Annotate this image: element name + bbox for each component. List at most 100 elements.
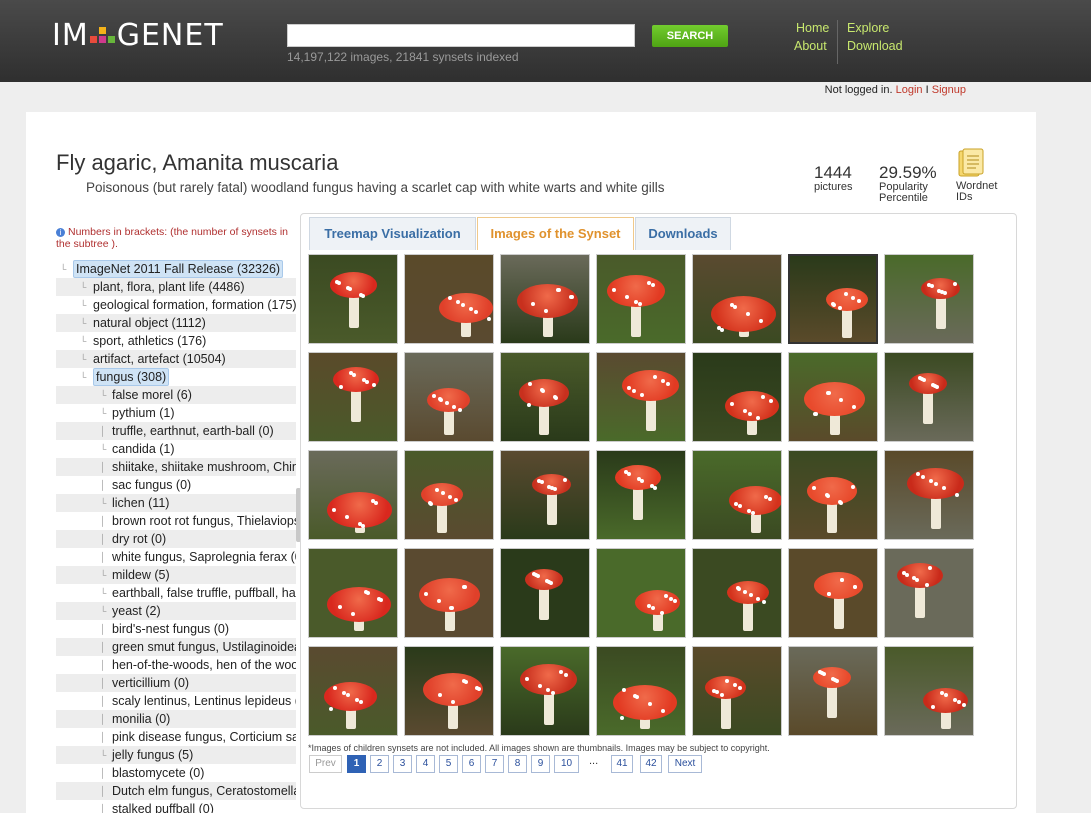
tree-item-label[interactable]: shiitake, shiitake mushroom, Chinese bla… (112, 458, 296, 476)
wordnet-ids-label[interactable]: Wordnet IDs (956, 181, 997, 203)
login-link[interactable]: Login (896, 84, 923, 96)
synset-image-thumbnail[interactable] (500, 548, 590, 638)
tree-item-label[interactable]: hen-of-the-woods, hen of the woods (112, 656, 296, 674)
expand-icon[interactable]: └ (80, 278, 86, 296)
tree-item[interactable]: └ pythium (1) (56, 404, 296, 422)
tree-item[interactable]: │ Dutch elm fungus, Ceratostomella ulmi (56, 782, 296, 800)
tree-item[interactable]: │ pink disease fungus, Corticium salmonic… (56, 728, 296, 746)
tree-item[interactable]: └ lichen (11) (56, 494, 296, 512)
page-42-button[interactable]: 42 (640, 755, 662, 773)
page-8-button[interactable]: 8 (508, 755, 527, 773)
synset-image-thumbnail[interactable] (308, 450, 398, 540)
synset-image-thumbnail[interactable] (500, 646, 590, 736)
page-2-button[interactable]: 2 (370, 755, 389, 773)
tree-item[interactable]: └ plant, flora, plant life (4486) (56, 278, 296, 296)
tree-item[interactable]: └ geological formation, formation (175) (56, 296, 296, 314)
tree-item[interactable]: └ mildew (5) (56, 566, 296, 584)
tab-treemap-visualization[interactable]: Treemap Visualization (309, 217, 476, 250)
nav-about-link[interactable]: About (794, 39, 827, 53)
tree-item-label[interactable]: truffle, earthnut, earth-ball (0) (112, 422, 274, 440)
tree-item-label[interactable]: green smut fungus, Ustilaginoidea virens (112, 638, 296, 656)
nav-download-link[interactable]: Download (847, 39, 903, 53)
page-9-button[interactable]: 9 (531, 755, 550, 773)
search-button[interactable]: SEARCH (652, 25, 728, 47)
search-input[interactable] (287, 24, 635, 47)
tree-item[interactable]: │ white fungus, Saprolegnia ferax (0) (56, 548, 296, 566)
synset-image-thumbnail[interactable] (884, 450, 974, 540)
synset-image-thumbnail[interactable] (500, 352, 590, 442)
imagenet-logo[interactable]: IM GENET (52, 18, 224, 54)
tree-item[interactable]: └ ImageNet 2011 Fall Release (32326) (56, 260, 296, 278)
tree-item-label[interactable]: sport, athletics (176) (93, 332, 206, 350)
expand-icon[interactable]: └ (80, 368, 86, 386)
tree-item-label[interactable]: artifact, artefact (10504) (93, 350, 226, 368)
synset-image-thumbnail[interactable] (884, 646, 974, 736)
synset-image-thumbnail[interactable] (308, 352, 398, 442)
tree-item-label[interactable]: white fungus, Saprolegnia ferax (0) (112, 548, 296, 566)
page-4-button[interactable]: 4 (416, 755, 435, 773)
tree-item-label[interactable]: false morel (6) (112, 386, 192, 404)
tree-item[interactable]: └ natural object (1112) (56, 314, 296, 332)
tree-item-label[interactable]: fungus (308) (93, 368, 170, 386)
synset-image-thumbnail[interactable] (308, 254, 398, 344)
expand-icon[interactable]: └ (60, 260, 66, 278)
page-5-button[interactable]: 5 (439, 755, 458, 773)
tree-item[interactable]: │ dry rot (0) (56, 530, 296, 548)
tree-item[interactable]: └ earthball, false truffle, puffball, har… (56, 584, 296, 602)
tab-images-of-synset[interactable]: Images of the Synset (477, 217, 634, 250)
tree-item-label[interactable]: plant, flora, plant life (4486) (93, 278, 244, 296)
synset-image-thumbnail[interactable] (596, 450, 686, 540)
tree-item[interactable]: │ monilia (0) (56, 710, 296, 728)
synset-image-thumbnail[interactable] (404, 254, 494, 344)
tree-item[interactable]: └ fungus (308) (56, 368, 296, 386)
tree-item[interactable]: │ hen-of-the-woods, hen of the woods (56, 656, 296, 674)
nav-home-link[interactable]: Home (796, 21, 829, 35)
tree-item-label[interactable]: monilia (0) (112, 710, 170, 728)
page-6-button[interactable]: 6 (462, 755, 481, 773)
tree-item-label[interactable]: sac fungus (0) (112, 476, 191, 494)
tree-item[interactable]: │ bird's-nest fungus (0) (56, 620, 296, 638)
prev-page-button[interactable]: Prev (309, 755, 342, 773)
synset-image-thumbnail[interactable] (884, 254, 974, 344)
synset-image-thumbnail[interactable] (404, 548, 494, 638)
synset-image-thumbnail[interactable] (308, 646, 398, 736)
tree-item-label[interactable]: yeast (2) (112, 602, 161, 620)
synset-image-thumbnail[interactable] (596, 352, 686, 442)
expand-icon[interactable]: └ (100, 494, 106, 512)
expand-icon[interactable]: └ (80, 350, 86, 368)
expand-icon[interactable]: └ (100, 404, 106, 422)
expand-icon[interactable]: └ (80, 296, 86, 314)
tree-item-label[interactable]: pythium (1) (112, 404, 175, 422)
synset-image-thumbnail[interactable] (692, 646, 782, 736)
tree-item-label[interactable]: mildew (5) (112, 566, 170, 584)
tree-item-label[interactable]: candida (1) (112, 440, 175, 458)
expand-icon[interactable]: └ (80, 314, 86, 332)
tree-item[interactable]: └ false morel (6) (56, 386, 296, 404)
synset-image-thumbnail[interactable] (788, 548, 878, 638)
tree-item-label[interactable]: ImageNet 2011 Fall Release (32326) (73, 260, 284, 278)
tree-item[interactable]: │ sac fungus (0) (56, 476, 296, 494)
synset-image-thumbnail[interactable] (500, 254, 590, 344)
synset-image-thumbnail[interactable] (692, 548, 782, 638)
tree-item-label[interactable]: scaly lentinus, Lentinus lepideus (0) (112, 692, 296, 710)
expand-icon[interactable]: └ (100, 440, 106, 458)
tree-item-label[interactable]: stalked puffball (0) (112, 800, 214, 813)
tree-item[interactable]: │ truffle, earthnut, earth-ball (0) (56, 422, 296, 440)
tree-item-label[interactable]: earthball, false truffle, puffball, hard… (112, 584, 296, 602)
page-1-button[interactable]: 1 (347, 755, 366, 773)
synset-image-thumbnail[interactable] (404, 450, 494, 540)
synset-image-thumbnail[interactable] (884, 548, 974, 638)
tree-item-label[interactable]: bird's-nest fungus (0) (112, 620, 229, 638)
synset-image-thumbnail[interactable] (596, 548, 686, 638)
tree-item[interactable]: │ stalked puffball (0) (56, 800, 296, 813)
expand-icon[interactable]: └ (100, 386, 106, 404)
tree-item[interactable]: └ sport, athletics (176) (56, 332, 296, 350)
tree-item[interactable]: │ green smut fungus, Ustilaginoidea viren… (56, 638, 296, 656)
synset-image-thumbnail[interactable] (404, 646, 494, 736)
next-page-button[interactable]: Next (668, 755, 702, 773)
synset-image-thumbnail[interactable] (692, 450, 782, 540)
synset-image-thumbnail[interactable] (692, 254, 782, 344)
synset-image-thumbnail[interactable] (308, 548, 398, 638)
synset-image-thumbnail[interactable] (788, 450, 878, 540)
expand-icon[interactable]: └ (100, 746, 106, 764)
